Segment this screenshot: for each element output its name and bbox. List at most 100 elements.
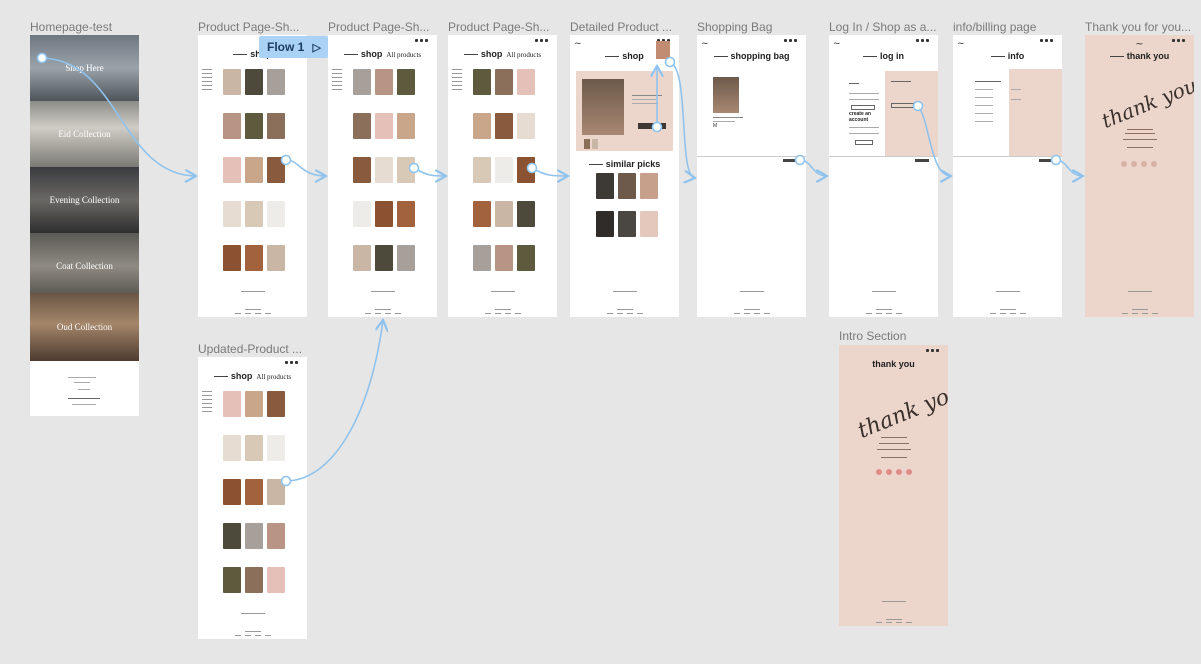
product-tile[interactable] [245,435,263,461]
product-tile[interactable] [353,201,371,227]
product-tile[interactable] [267,391,285,417]
product-tile[interactable] [495,69,513,95]
product-tile[interactable] [495,157,513,183]
frame-label-product-page-1[interactable]: Product Page-Sh... [198,20,308,34]
similar-product-tile[interactable] [640,211,658,237]
product-tile[interactable] [517,201,535,227]
product-tile[interactable] [267,201,285,227]
product-tile[interactable] [397,157,415,183]
flow-start-button[interactable]: Flow 1 ▷ [259,36,328,58]
product-tile[interactable] [245,157,263,183]
instagram-icon[interactable] [876,469,882,475]
product-tile[interactable] [223,157,241,183]
product-tile[interactable] [495,245,513,271]
product-tile[interactable] [245,391,263,417]
product-tile[interactable] [353,245,371,271]
product-tile[interactable] [245,567,263,593]
frame-label-homepage[interactable]: Homepage-test [30,20,140,34]
detailed-product-frame[interactable]: ~ shop similar picks [570,35,679,317]
checkout-button[interactable] [783,159,797,162]
twitter-icon[interactable] [1131,161,1137,167]
twitter-icon[interactable] [886,469,892,475]
facebook-icon[interactable] [1141,161,1147,167]
product-tile[interactable] [397,201,415,227]
product-tile[interactable] [473,245,491,271]
product-tile[interactable] [223,567,241,593]
product-tile[interactable] [267,523,285,549]
frame-label-updated-product[interactable]: Updated-Product ... [198,342,308,356]
product-tile[interactable] [353,69,371,95]
similar-product-tile[interactable] [618,173,636,199]
similar-product-tile[interactable] [596,173,614,199]
checkout-button[interactable] [915,159,929,162]
hero-coat-collection[interactable]: Coat Collection [30,233,139,299]
hero-evening-collection[interactable]: Evening Collection [30,167,139,233]
frame-label-thank-you[interactable]: Thank you for you... [1085,20,1201,34]
hero-eid-collection[interactable]: Eid Collection [30,101,139,167]
frame-label-info-billing[interactable]: info/billing page [953,20,1063,34]
place-order-button[interactable] [1039,159,1053,162]
product-thumbnail[interactable] [656,41,670,59]
social-icons[interactable] [1121,161,1157,167]
homepage-frame[interactable]: Shop Here Eid Collection Evening Collect… [30,35,139,416]
product-tile[interactable] [223,391,241,417]
product-page-frame-1[interactable]: shop [198,35,307,317]
product-tile[interactable] [245,479,263,505]
login-button[interactable] [851,105,875,110]
product-tile[interactable] [267,479,285,505]
product-page-frame-2[interactable]: shop All products [328,35,437,317]
add-to-bag-button[interactable] [638,123,666,129]
product-tile[interactable] [397,113,415,139]
frame-label-product-page-3[interactable]: Product Page-Sh... [448,20,558,34]
social-icons[interactable] [876,469,912,475]
instagram-icon[interactable] [1121,161,1127,167]
product-tile[interactable] [267,113,285,139]
product-tile[interactable] [517,113,535,139]
similar-product-tile[interactable] [596,211,614,237]
product-tile[interactable] [245,69,263,95]
product-tile[interactable] [473,201,491,227]
product-tile[interactable] [267,69,285,95]
product-tile[interactable] [375,157,393,183]
product-tile[interactable] [517,157,535,183]
similar-product-tile[interactable] [618,211,636,237]
product-tile[interactable] [267,435,285,461]
hero-oud-collection[interactable]: Oud Collection [30,293,139,361]
product-tile[interactable] [245,523,263,549]
product-tile[interactable] [375,69,393,95]
product-tile[interactable] [353,157,371,183]
product-tile[interactable] [375,113,393,139]
product-tile[interactable] [223,435,241,461]
product-tile[interactable] [223,201,241,227]
frame-label-product-page-2[interactable]: Product Page-Sh... [328,20,438,34]
product-tile[interactable] [245,245,263,271]
pinterest-icon[interactable] [906,469,912,475]
continue-guest-button[interactable] [891,103,917,108]
frame-label-shopping-bag[interactable]: Shopping Bag [697,20,807,34]
product-tile[interactable] [517,245,535,271]
product-page-frame-3[interactable]: shop All products [448,35,557,317]
similar-product-tile[interactable] [640,173,658,199]
thank-you-frame[interactable]: ~ thank you thank you [1085,35,1194,317]
product-tile[interactable] [397,245,415,271]
hero-shop-here[interactable]: Shop Here [30,35,139,101]
create-account-button[interactable] [855,140,873,145]
product-tile[interactable] [245,113,263,139]
product-tile[interactable] [223,69,241,95]
product-tile[interactable] [397,69,415,95]
facebook-icon[interactable] [896,469,902,475]
product-tile[interactable] [267,567,285,593]
shopping-bag-frame[interactable]: ~ shopping bag M [697,35,806,317]
updated-product-page-frame[interactable]: shop All products [198,357,307,639]
frame-label-log-in[interactable]: Log In / Shop as a... [829,20,939,34]
frame-label-detailed-product[interactable]: Detailed Product ... [570,20,680,34]
product-tile[interactable] [517,69,535,95]
log-in-frame[interactable]: ~ log in create an account [829,35,938,317]
color-swatch-row[interactable] [584,139,598,149]
product-tile[interactable] [223,523,241,549]
product-tile[interactable] [473,157,491,183]
product-tile[interactable] [223,113,241,139]
product-tile[interactable] [245,201,263,227]
product-tile[interactable] [223,479,241,505]
intro-section-frame[interactable]: thank you thank you [839,345,948,626]
